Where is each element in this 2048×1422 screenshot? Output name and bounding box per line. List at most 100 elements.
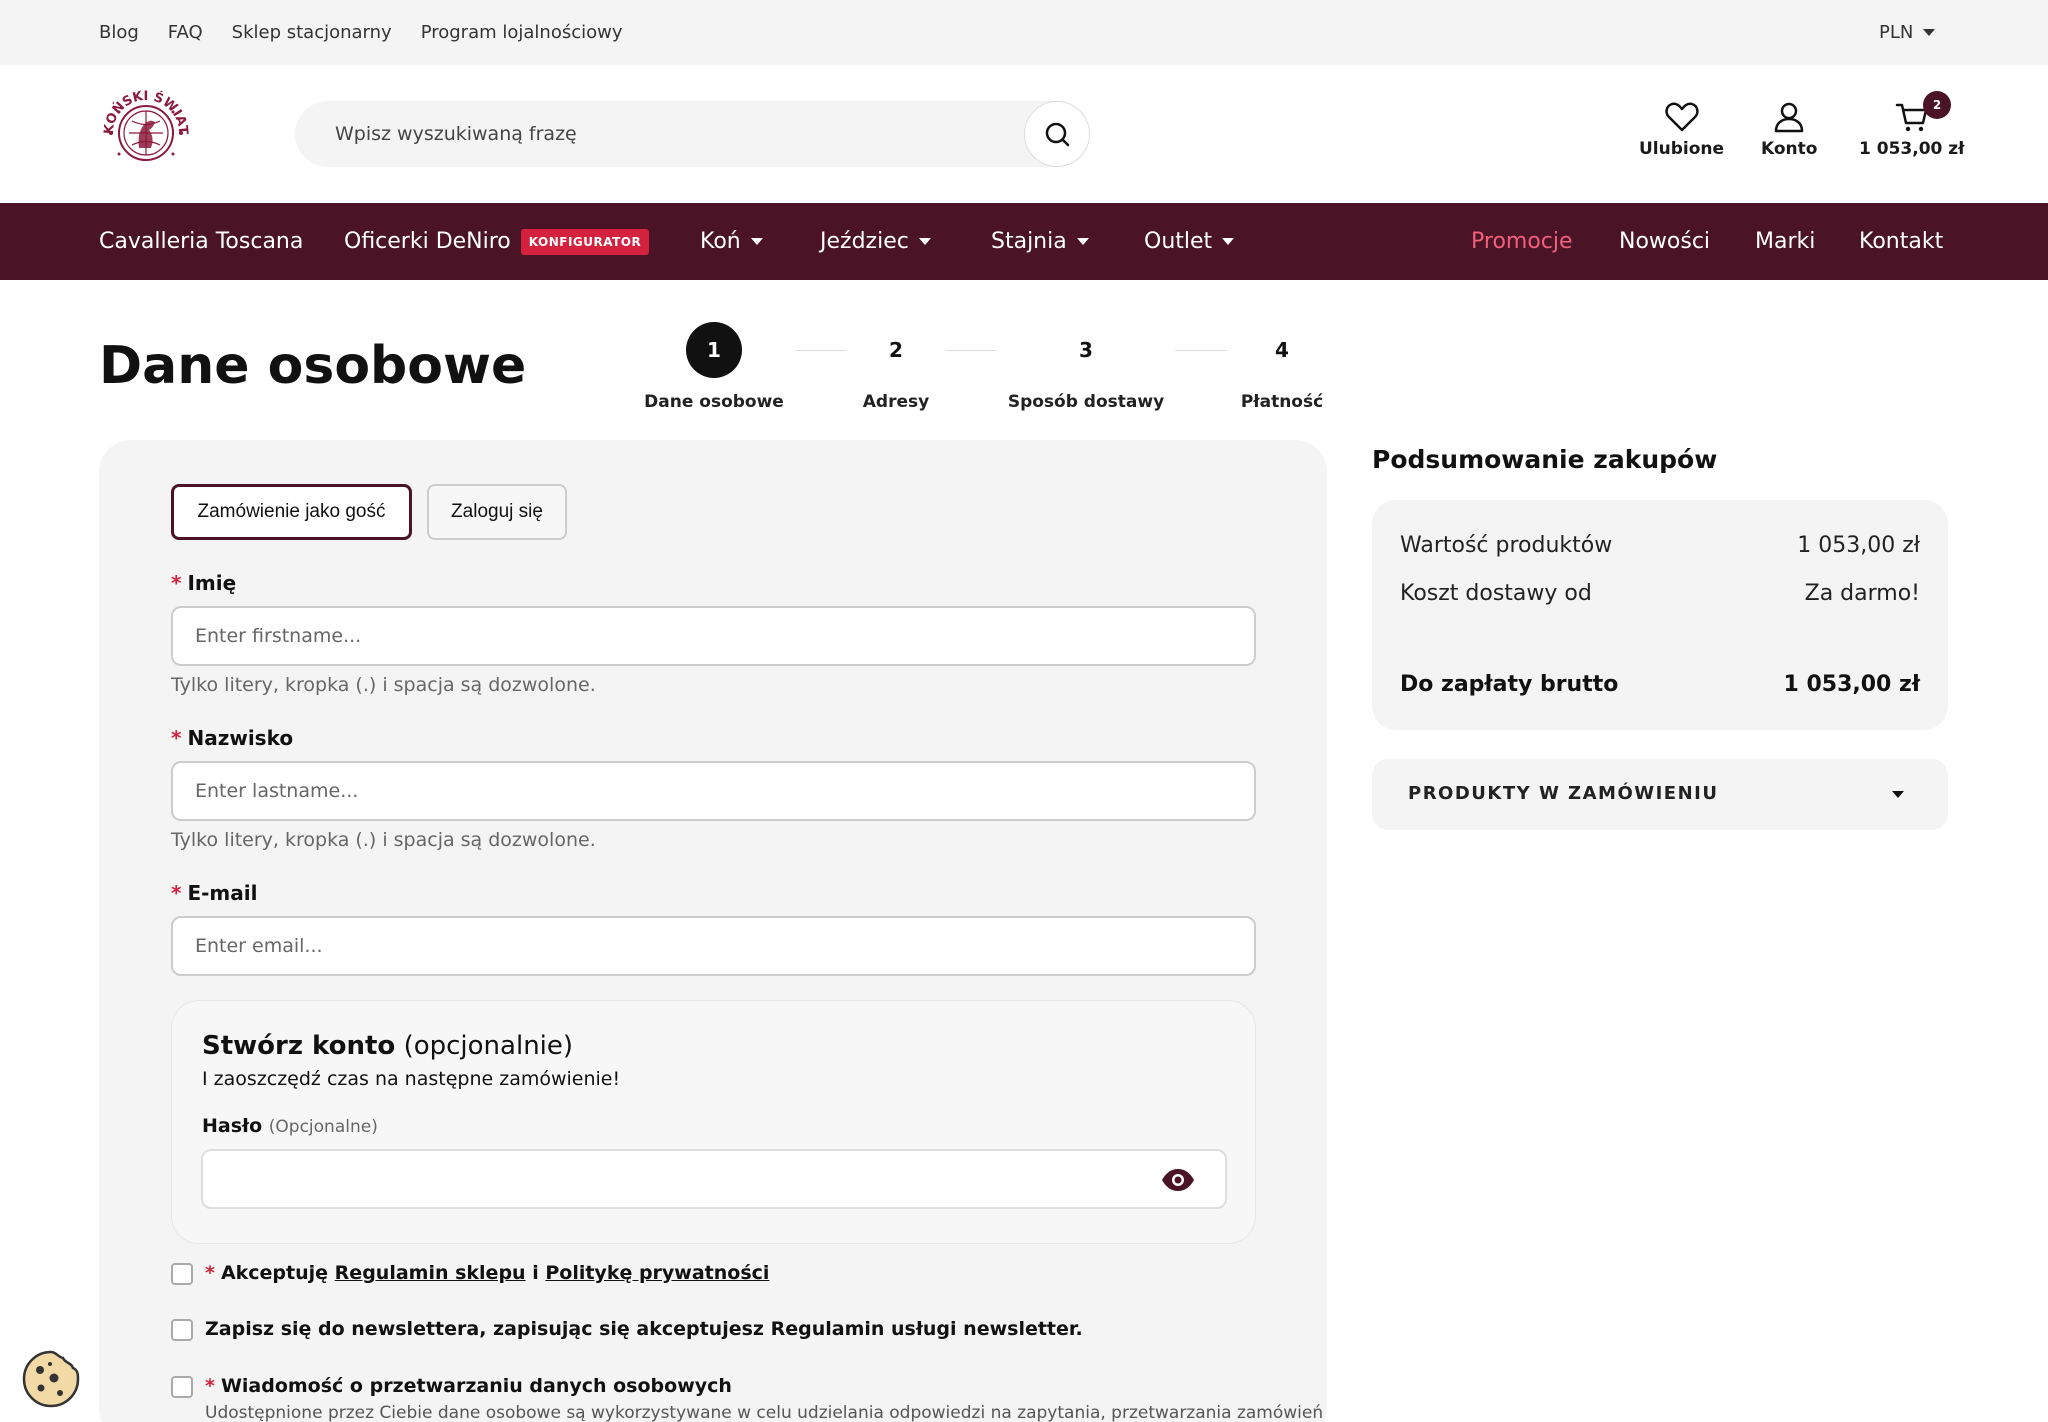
store-link[interactable]: Sklep stacjonarny	[232, 22, 392, 43]
faq-link[interactable]: FAQ	[168, 22, 203, 43]
nav-stajnia[interactable]: Stajnia	[991, 203, 1089, 280]
email-input[interactable]	[173, 918, 1254, 974]
favorites-label: Ulubione	[1639, 139, 1725, 159]
data-processing-text: * Wiadomość o przetwarzaniu danych osobow…	[205, 1375, 732, 1397]
chevron-down-icon	[1076, 238, 1089, 245]
firstname-label: * Imię	[171, 571, 237, 595]
nav-label: Outlet	[1144, 229, 1213, 254]
step-number: 2	[889, 338, 903, 362]
terms-text: * Akceptuję Regulamin sklepu i Politykę p…	[205, 1262, 770, 1284]
cart-count-badge: 2	[1923, 91, 1951, 119]
login-tab[interactable]: Zaloguj się	[427, 484, 567, 540]
total-row: Do zapłaty brutto 1 053,00 zł	[1400, 672, 1920, 697]
terms-link[interactable]: Regulamin sklepu	[335, 1262, 526, 1284]
nav-label: Stajnia	[991, 229, 1067, 254]
order-summary: Wartość produktów 1 053,00 zł Koszt dost…	[1372, 500, 1948, 730]
cookie-icon	[22, 1350, 80, 1408]
order-products-toggle[interactable]: PRODUKTY W ZAMÓWIENIU	[1372, 759, 1948, 830]
required-mark: *	[171, 726, 182, 750]
nav-nowosci[interactable]: Nowości	[1619, 203, 1710, 280]
checkout-step-3: 3 Sposób dostawy	[1006, 322, 1166, 412]
nav-outlet[interactable]: Outlet	[1144, 203, 1235, 280]
step-label: Sposób dostawy	[1007, 392, 1165, 412]
show-password-toggle[interactable]	[1161, 1168, 1195, 1196]
terms-consent-row: * Akceptuję Regulamin sklepu i Politykę p…	[171, 1262, 769, 1285]
checkout-step-2: 2 Adresy	[816, 322, 976, 412]
privacy-link[interactable]: Politykę prywatności	[545, 1262, 769, 1284]
lastname-input[interactable]	[173, 763, 1254, 819]
nav-marki[interactable]: Marki	[1755, 203, 1815, 280]
password-input[interactable]	[203, 1151, 1143, 1207]
nav-label: Nowości	[1619, 229, 1711, 254]
email-field-wrap	[171, 916, 1256, 976]
step-number: 1	[686, 322, 742, 378]
newsletter-consent-row: Zapisz się do newslettera, zapisując się…	[171, 1318, 1083, 1341]
nav-label: Jeździec	[820, 229, 909, 254]
nav-oficerki-deniro[interactable]: Oficerki DeNiro KONFIGURATOR	[344, 203, 650, 280]
shipping-label: Koszt dostawy od	[1400, 581, 1592, 606]
top-utility-bar: Blog FAQ Sklep stacjonarny Program lojal…	[0, 0, 2048, 65]
step-label: Dane osobowe	[644, 392, 784, 412]
nav-promocje[interactable]: Promocje	[1471, 203, 1573, 280]
search-bar	[295, 101, 1090, 167]
page-title: Dane osobowe	[99, 336, 527, 396]
chevron-down-icon	[918, 238, 931, 245]
data-processing-checkbox[interactable]	[171, 1376, 193, 1398]
utility-links: Blog FAQ Sklep stacjonarny Program lojal…	[99, 22, 623, 43]
total-value: 1 053,00 zł	[1783, 672, 1921, 697]
newsletter-text: Zapisz się do newslettera, zapisując się…	[205, 1318, 1083, 1340]
lastname-hint: Tylko litery, kropka (.) i spacja są doz…	[171, 829, 596, 851]
firstname-hint: Tylko litery, kropka (.) i spacja są doz…	[171, 674, 596, 696]
cookie-settings-button[interactable]	[20, 1348, 82, 1410]
konfigurator-badge: KONFIGURATOR	[520, 228, 650, 255]
password-label: Hasło (Opcjonalne)	[202, 1115, 378, 1137]
site-header: KOŃSKI ŚWIAT Ulubione Konto	[0, 65, 2048, 203]
nav-cavalleria-toscana[interactable]: Cavalleria Toscana	[99, 203, 303, 280]
nav-jezdziec[interactable]: Jeździec	[820, 203, 931, 280]
chevron-down-icon	[1222, 238, 1235, 245]
step-divider	[945, 350, 997, 351]
lastname-label: * Nazwisko	[171, 726, 294, 750]
step-number: 3	[1079, 338, 1093, 362]
products-value-row: Wartość produktów 1 053,00 zł	[1400, 533, 1920, 558]
main-navigation: Cavalleria Toscana Oficerki DeNiro KONFI…	[0, 203, 2048, 280]
search-icon	[1045, 122, 1070, 147]
checkout-step-4: 4 Płatność	[1202, 322, 1362, 412]
firstname-field-wrap	[171, 606, 1256, 666]
chevron-down-icon	[750, 238, 763, 245]
terms-checkbox[interactable]	[171, 1263, 193, 1285]
search-input[interactable]	[335, 101, 985, 167]
favorites-button[interactable]: Ulubione	[1639, 101, 1724, 159]
nav-kontakt[interactable]: Kontakt	[1859, 203, 1943, 280]
site-logo[interactable]: KOŃSKI ŚWIAT	[99, 86, 193, 180]
chevron-down-icon	[1923, 29, 1936, 36]
summary-title: Podsumowanie zakupów	[1372, 445, 1718, 474]
currency-label: PLN	[1879, 22, 1914, 43]
logo-emblem-icon: KOŃSKI ŚWIAT	[102, 89, 190, 161]
create-account-subtitle: I zaoszczędź czas na następne zamówienie…	[202, 1068, 621, 1090]
required-mark: *	[171, 881, 182, 905]
eye-icon	[1162, 1169, 1194, 1191]
newsletter-checkbox[interactable]	[171, 1319, 193, 1341]
loyalty-link[interactable]: Program lojalnościowy	[421, 22, 623, 43]
nav-kon[interactable]: Koń	[700, 203, 763, 280]
step-number: 4	[1275, 338, 1289, 362]
guest-order-tab[interactable]: Zamówienie jako gość	[171, 484, 412, 540]
search-button[interactable]	[1024, 101, 1090, 167]
create-account-box: Stwórz konto (opcjonalnie) I zaoszczędź …	[171, 1000, 1256, 1244]
create-account-title: Stwórz konto (opcjonalnie)	[202, 1031, 574, 1061]
data-processing-row: * Wiadomość o przetwarzaniu danych osobow…	[171, 1375, 732, 1398]
nav-label: Cavalleria Toscana	[99, 229, 304, 254]
currency-selector[interactable]: PLN	[1879, 22, 1936, 43]
account-label: Konto	[1761, 139, 1818, 159]
nav-label: Promocje	[1471, 229, 1573, 254]
lastname-field-wrap	[171, 761, 1256, 821]
order-products-label: PRODUKTY W ZAMÓWIENIU	[1408, 783, 1719, 804]
account-button[interactable]: Konto	[1761, 101, 1817, 159]
nav-label: Kontakt	[1859, 229, 1944, 254]
data-processing-description: Udostępnione przez Ciebie dane osobowe s…	[205, 1403, 1324, 1422]
shipping-value: Za darmo!	[1804, 581, 1920, 606]
step-label: Adresy	[862, 392, 930, 412]
firstname-input[interactable]	[173, 608, 1254, 664]
blog-link[interactable]: Blog	[99, 22, 139, 43]
